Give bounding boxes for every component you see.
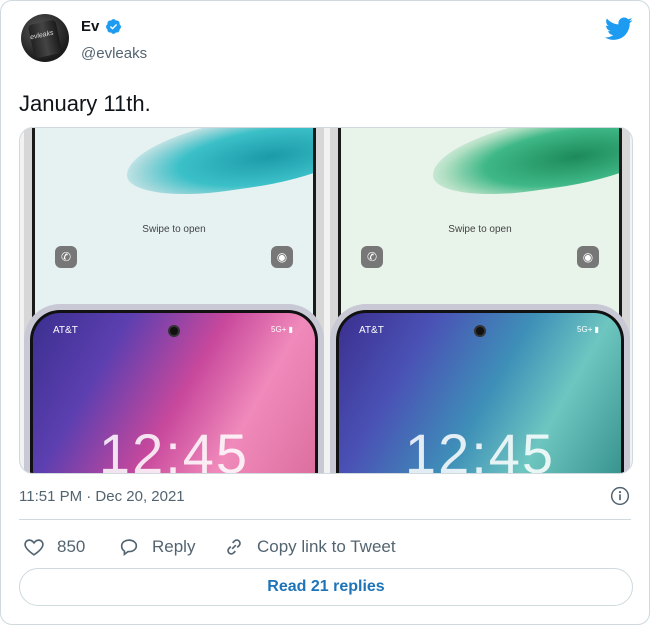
carrier-label: AT&T bbox=[53, 325, 78, 336]
copy-link-button[interactable]: Copy link to Tweet bbox=[223, 536, 396, 558]
reply-label: Reply bbox=[152, 537, 196, 556]
swipe-text: Swipe to open bbox=[142, 224, 206, 235]
wallpaper-splash bbox=[427, 128, 619, 205]
display-name[interactable]: Ev bbox=[81, 18, 99, 35]
phone-screen: AT&T 5G+ ▮ 12:45 bbox=[336, 310, 624, 474]
read-replies-button[interactable]: Read 21 replies bbox=[19, 568, 633, 606]
phone-icon: ✆ bbox=[361, 246, 383, 268]
avatar[interactable]: evleaks bbox=[21, 14, 69, 62]
camera-icon: ◉ bbox=[271, 246, 293, 268]
tweet-timestamp[interactable]: 11:51 PM · Dec 20, 2021 bbox=[19, 488, 185, 505]
heart-icon bbox=[24, 539, 44, 556]
divider bbox=[19, 519, 631, 520]
carrier-label: AT&T bbox=[359, 325, 384, 336]
phone-image-bottom-right: AT&T 5G+ ▮ 12:45 bbox=[330, 304, 630, 474]
status-bar: 5G+ ▮ bbox=[271, 325, 293, 334]
phone-screen: AT&T 5G+ ▮ 12:45 bbox=[30, 310, 318, 474]
reply-button[interactable]: Reply bbox=[118, 536, 195, 558]
wallpaper-splash bbox=[121, 128, 313, 205]
verified-badge-icon bbox=[106, 19, 121, 34]
user-handle[interactable]: @evleaks bbox=[81, 45, 147, 62]
copy-link-label: Copy link to Tweet bbox=[257, 537, 396, 556]
like-button[interactable]: 850 bbox=[23, 536, 85, 558]
phone-icon: ✆ bbox=[55, 246, 77, 268]
front-camera-icon bbox=[168, 325, 180, 337]
info-icon[interactable] bbox=[610, 486, 630, 506]
swipe-text: Swipe to open bbox=[448, 224, 512, 235]
like-count: 850 bbox=[57, 537, 86, 556]
front-camera-icon bbox=[474, 325, 486, 337]
tweet-text: January 11th. bbox=[19, 91, 151, 116]
tweet-card: evleaks Ev @evleaks January 11th. Swipe … bbox=[0, 0, 650, 625]
lockscreen-clock: 12:45 bbox=[404, 422, 556, 474]
reply-bubble-icon bbox=[120, 539, 138, 556]
lockscreen-clock: 12:45 bbox=[98, 422, 250, 474]
status-bar: 5G+ ▮ bbox=[577, 325, 599, 334]
camera-icon: ◉ bbox=[577, 246, 599, 268]
twitter-bird-icon[interactable] bbox=[605, 17, 633, 41]
link-icon bbox=[227, 539, 241, 555]
phone-image-bottom-left: AT&T 5G+ ▮ 12:45 bbox=[24, 304, 324, 474]
tweet-media-image[interactable]: Swipe to open ✆ ◉ Swipe to open ✆ ◉ AT&T… bbox=[19, 127, 633, 474]
